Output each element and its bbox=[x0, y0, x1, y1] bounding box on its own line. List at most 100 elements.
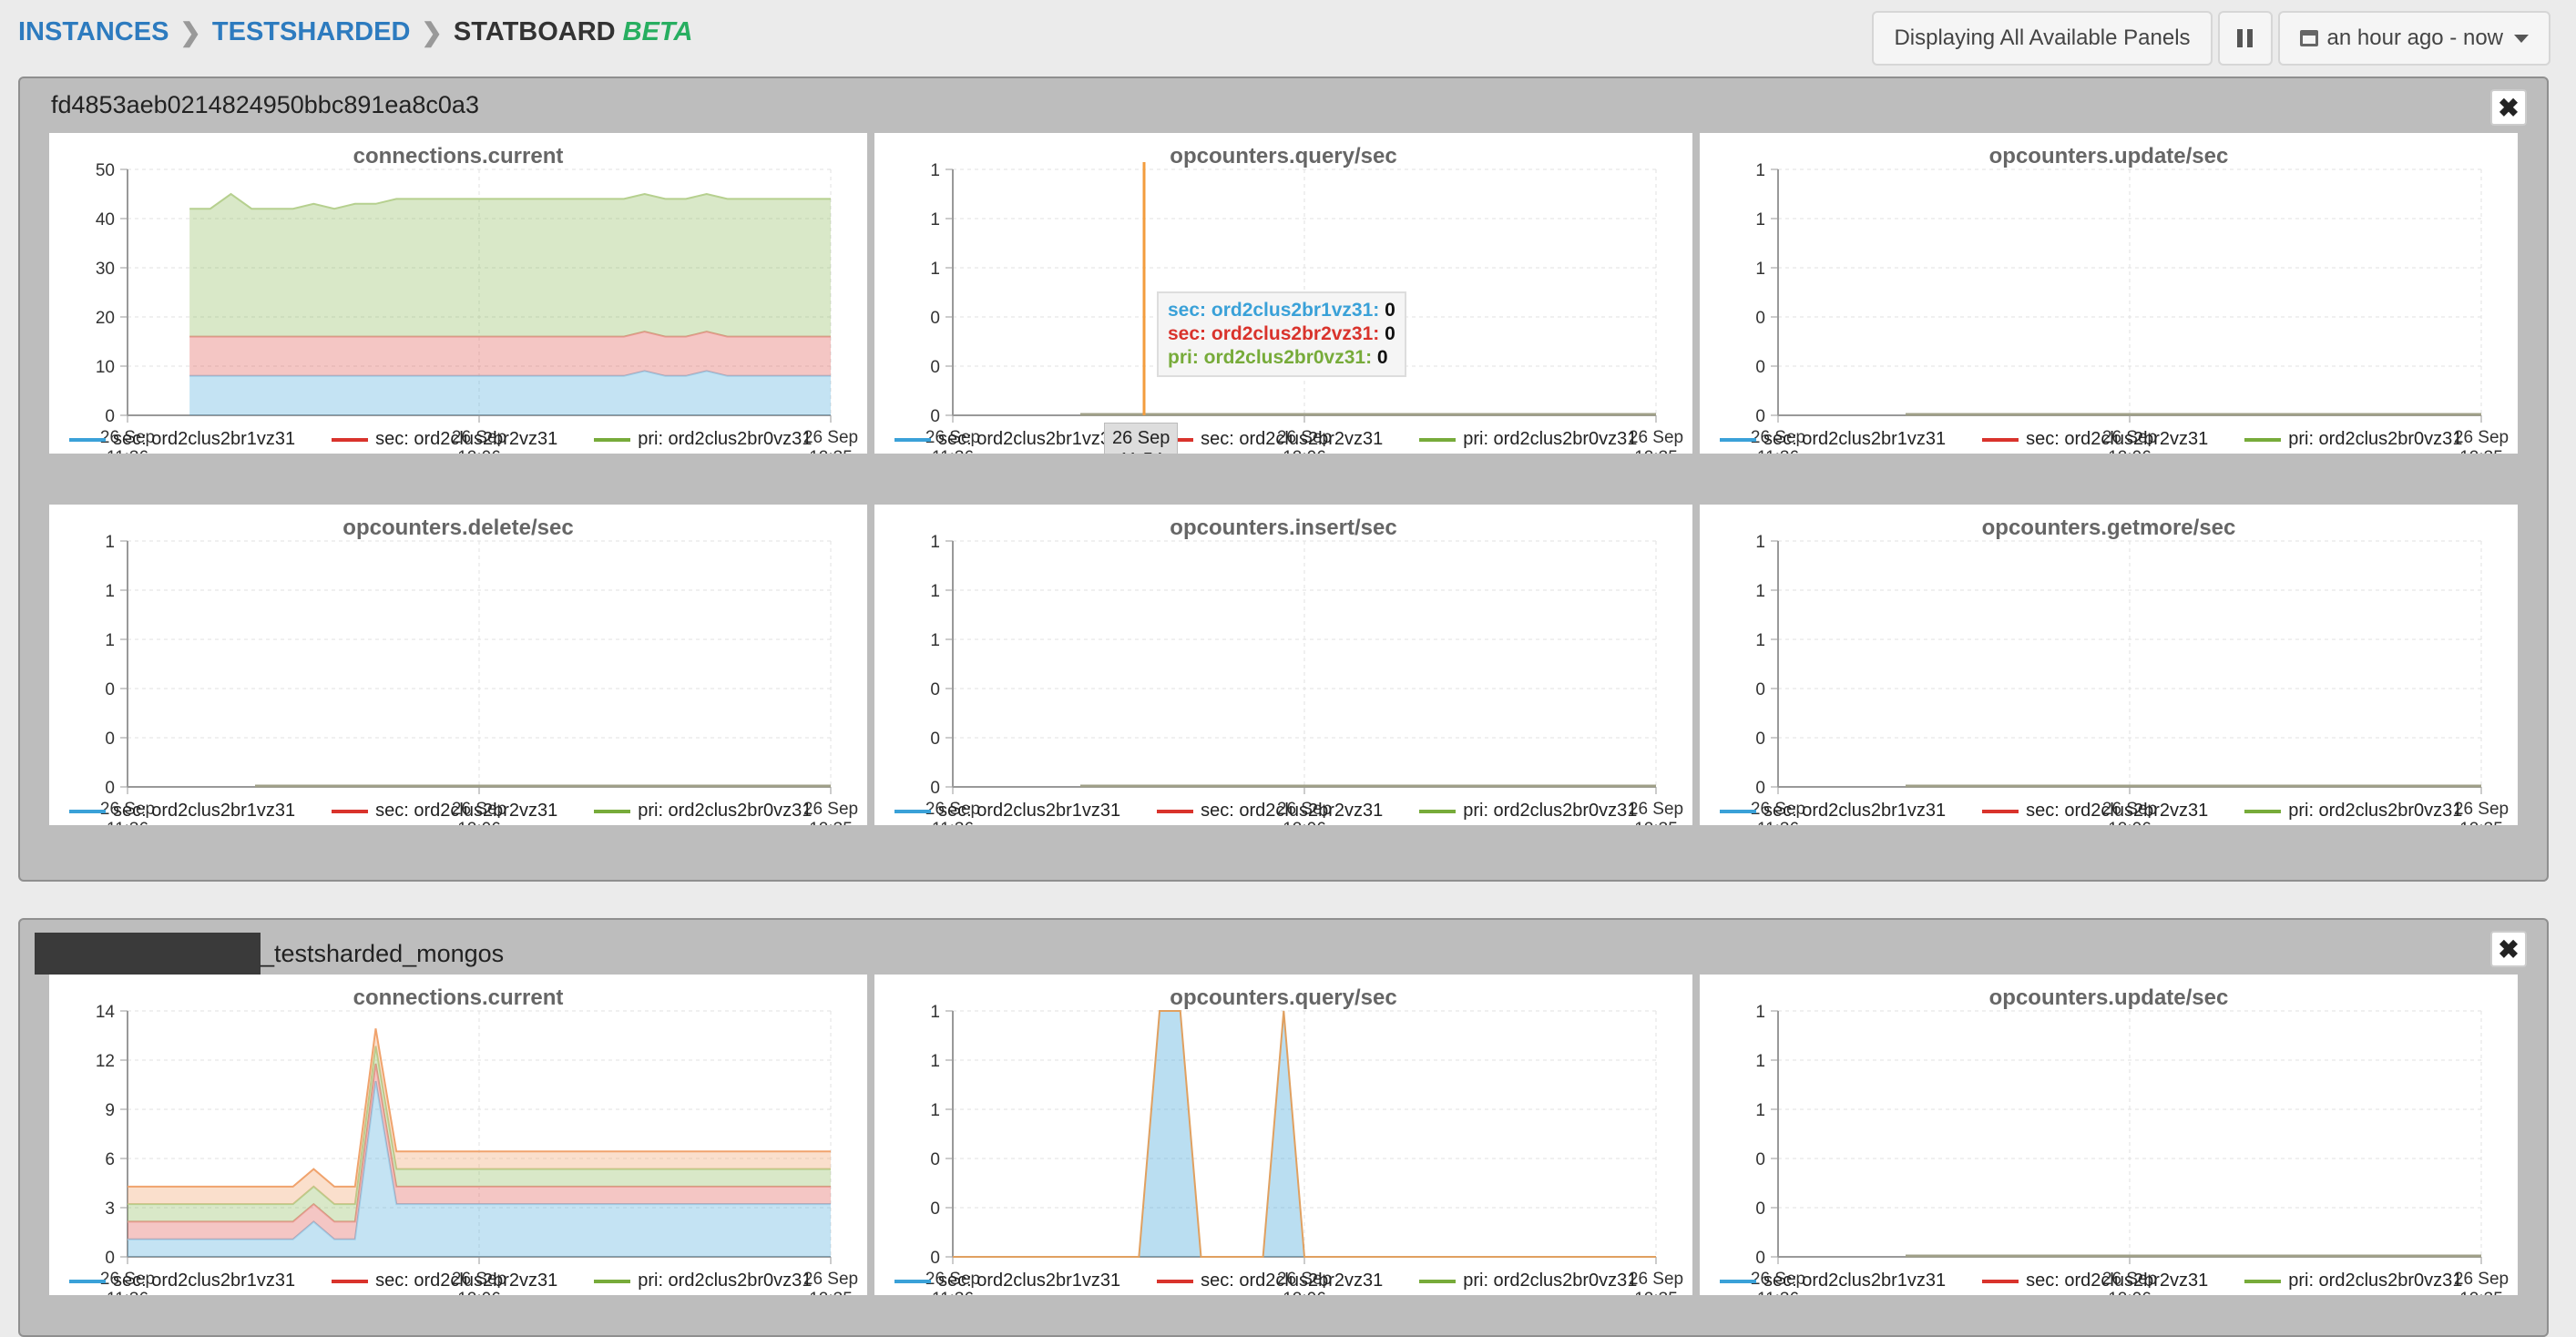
y-tick-label: 0 bbox=[930, 1199, 940, 1219]
close-group-button[interactable]: ✖ bbox=[2490, 931, 2527, 967]
legend-item[interactable]: sec: ord2clus2br1vz31 bbox=[69, 801, 295, 822]
legend-item[interactable]: sec: ord2clus2br2vz31 bbox=[332, 1271, 557, 1291]
time-range-dropdown[interactable]: an hour ago - now bbox=[2277, 11, 2550, 66]
legend-item[interactable]: sec: ord2clus2br1vz31 bbox=[894, 429, 1120, 450]
legend-label: pri: ord2clus2br0vz31 bbox=[1463, 801, 1638, 821]
legend-swatch bbox=[594, 1279, 631, 1283]
chevron-right-icon: ❯ bbox=[179, 17, 201, 46]
chart-title: connections.current bbox=[353, 985, 564, 1010]
chart-title: opcounters.update/sec bbox=[1988, 144, 2229, 168]
legend-label: sec: ord2clus2br1vz31 bbox=[113, 429, 296, 449]
breadcrumb-testsharded-link[interactable]: TESTSHARDED bbox=[212, 17, 411, 47]
legend-item[interactable]: sec: ord2clus2br1vz31 bbox=[69, 1271, 295, 1291]
y-tick-label: 0 bbox=[1755, 730, 1765, 749]
y-tick-label: 0 bbox=[1755, 1199, 1765, 1219]
legend-item[interactable]: sec: ord2clus2br2vz31 bbox=[1157, 801, 1383, 822]
y-tick-label: 0 bbox=[105, 779, 115, 798]
legend-item[interactable]: sec: ord2clus2br1vz31 bbox=[1720, 801, 1946, 822]
chart-panel: 00011126 Sep11:3626 Sep12:0626 Sep12:35o… bbox=[1700, 505, 2518, 825]
tooltip-row: pri: ord2clus2br0vz31: 0 bbox=[1168, 346, 1395, 370]
legend-item[interactable]: pri: ord2clus2br0vz31 bbox=[2244, 1271, 2462, 1291]
legend-item[interactable]: pri: ord2clus2br0vz31 bbox=[594, 429, 812, 450]
y-tick-label: 9 bbox=[105, 1101, 115, 1120]
legend-item[interactable]: sec: ord2clus2br2vz31 bbox=[1982, 429, 2208, 450]
x-tick-label: 12:35 bbox=[2459, 1290, 2503, 1295]
legend-item[interactable]: pri: ord2clus2br0vz31 bbox=[594, 801, 812, 822]
legend-label: pri: ord2clus2br0vz31 bbox=[1463, 429, 1638, 449]
legend-item[interactable]: sec: ord2clus2br2vz31 bbox=[1157, 429, 1383, 450]
legend-label: sec: ord2clus2br2vz31 bbox=[2026, 801, 2209, 821]
y-tick-label: 40 bbox=[96, 210, 115, 230]
tooltip-value: 0 bbox=[1385, 300, 1395, 321]
beta-badge: BETA bbox=[622, 16, 693, 46]
chart-title: opcounters.delete/sec bbox=[342, 515, 574, 540]
legend-swatch bbox=[69, 437, 106, 442]
pause-button[interactable] bbox=[2217, 11, 2273, 66]
y-tick-label: 1 bbox=[1755, 582, 1765, 601]
chart-svg: 00011126 Sep11:3626 Sep12:0626 Sep12:35 bbox=[1751, 161, 2509, 454]
close-group-button[interactable]: ✖ bbox=[2490, 89, 2527, 126]
y-tick-label: 0 bbox=[105, 680, 115, 699]
y-tick-label: 1 bbox=[930, 260, 940, 279]
x-tick-label: 12:35 bbox=[2459, 448, 2503, 454]
chart-svg: 00011126 Sep11:3626 Sep12:0626 Sep12:35 bbox=[925, 533, 1683, 825]
legend-item[interactable]: pri: ord2clus2br0vz31 bbox=[1419, 429, 1637, 450]
x-hover-tooltip: 26 Sep11:54 bbox=[1104, 423, 1179, 454]
time-range-label: an hour ago - now bbox=[2326, 26, 2503, 50]
legend-item[interactable]: sec: ord2clus2br1vz31 bbox=[894, 801, 1120, 822]
y-tick-label: 0 bbox=[1755, 779, 1765, 798]
legend-item[interactable]: pri: ord2clus2br0vz31 bbox=[1419, 801, 1637, 822]
legend-swatch bbox=[332, 809, 369, 813]
y-tick-label: 0 bbox=[930, 779, 940, 798]
legend-item[interactable]: sec: ord2clus2br2vz31 bbox=[1982, 1271, 2208, 1291]
legend-label: sec: ord2clus2br1vz31 bbox=[1763, 429, 1947, 449]
legend-item[interactable]: pri: ord2clus2br0vz31 bbox=[2244, 801, 2462, 822]
y-tick-label: 0 bbox=[930, 1249, 940, 1268]
pause-icon bbox=[2237, 29, 2254, 47]
panels-filter-button[interactable]: Displaying All Available Panels bbox=[1872, 11, 2213, 66]
legend-swatch bbox=[1982, 809, 2019, 813]
legend-swatch bbox=[1157, 1279, 1194, 1283]
legend-item[interactable]: sec: ord2clus2br1vz31 bbox=[69, 429, 295, 450]
y-tick-label: 30 bbox=[96, 260, 115, 279]
legend-item[interactable]: pri: ord2clus2br0vz31 bbox=[594, 1271, 812, 1291]
legend-item[interactable]: sec: ord2clus2br1vz31 bbox=[1720, 1271, 1946, 1291]
toolbar: Displaying All Available Panels an hour … bbox=[1872, 11, 2550, 66]
instance-group: _testsharded_mongos ✖ 0369121426 Sep11:3… bbox=[18, 918, 2549, 1337]
legend-item[interactable]: sec: ord2clus2br2vz31 bbox=[1157, 1271, 1383, 1291]
panels-filter-label: Displaying All Available Panels bbox=[1894, 26, 2191, 50]
legend-item[interactable]: sec: ord2clus2br1vz31 bbox=[894, 1271, 1120, 1291]
legend-label: sec: ord2clus2br1vz31 bbox=[1763, 801, 1947, 821]
legend-swatch bbox=[1720, 437, 1756, 442]
series-area bbox=[189, 371, 831, 415]
chart-panel: 0102030405026 Sep11:3626 Sep12:0626 Sep1… bbox=[49, 133, 867, 454]
series-area bbox=[189, 332, 831, 376]
legend-label: sec: ord2clus2br1vz31 bbox=[113, 801, 296, 821]
legend-swatch bbox=[1982, 1279, 2019, 1283]
chart-legend: sec: ord2clus2br1vz31 sec: ord2clus2br2vz… bbox=[69, 429, 812, 450]
breadcrumb-current: STATBOARD BETA bbox=[454, 17, 693, 47]
legend-swatch bbox=[1419, 809, 1457, 813]
legend-label: sec: ord2clus2br2vz31 bbox=[2026, 429, 2209, 449]
chart-legend: sec: ord2clus2br1vz31 sec: ord2clus2br2vz… bbox=[1720, 801, 2462, 822]
y-tick-label: 1 bbox=[1755, 210, 1765, 230]
legend-swatch bbox=[1982, 437, 2019, 442]
y-tick-label: 0 bbox=[1755, 309, 1765, 328]
legend-swatch bbox=[332, 1279, 369, 1283]
legend-item[interactable]: pri: ord2clus2br0vz31 bbox=[1419, 1271, 1637, 1291]
tooltip-label: sec: ord2clus2br2vz31: bbox=[1168, 323, 1385, 344]
legend-item[interactable]: sec: ord2clus2br2vz31 bbox=[332, 801, 557, 822]
legend-swatch bbox=[894, 437, 931, 442]
legend-item[interactable]: sec: ord2clus2br2vz31 bbox=[1982, 801, 2208, 822]
legend-item[interactable]: pri: ord2clus2br0vz31 bbox=[2244, 429, 2462, 450]
legend-item[interactable]: sec: ord2clus2br1vz31 bbox=[1720, 429, 1946, 450]
legend-item[interactable]: sec: ord2clus2br2vz31 bbox=[332, 429, 557, 450]
y-tick-label: 1 bbox=[105, 631, 115, 650]
chart-title: opcounters.update/sec bbox=[1988, 985, 2229, 1010]
tooltip-label: pri: ord2clus2br0vz31: bbox=[1168, 347, 1377, 368]
chart-title: opcounters.query/sec bbox=[1170, 144, 1397, 168]
y-tick-label: 1 bbox=[930, 631, 940, 650]
legend-swatch bbox=[1419, 437, 1457, 442]
breadcrumb-instances-link[interactable]: INSTANCES bbox=[18, 17, 169, 47]
legend-swatch bbox=[69, 1279, 106, 1283]
